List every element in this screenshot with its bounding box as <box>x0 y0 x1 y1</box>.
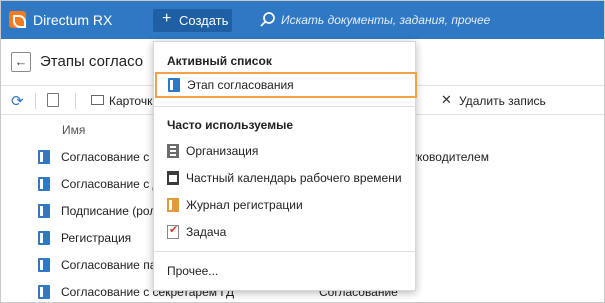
toolbar-divider <box>75 93 76 109</box>
card-button[interactable]: Карточка <box>109 94 159 108</box>
menu-item-calendar[interactable]: Частный календарь рабочего времени <box>154 165 417 191</box>
row-name: Согласование па <box>61 258 157 272</box>
page-title: Этапы согласо <box>40 53 144 70</box>
menu-item-journal[interactable]: Журнал регистрации <box>154 192 417 218</box>
search-icon <box>260 12 275 27</box>
delete-record-button[interactable]: Удалить запись <box>459 94 546 108</box>
approval-stage-icon <box>38 204 50 218</box>
approval-stage-icon <box>38 231 50 245</box>
menu-item-label: Этап согласования <box>187 78 294 92</box>
arrow-left-icon: ← <box>14 54 28 69</box>
calendar-icon <box>167 171 179 185</box>
approval-stage-icon <box>38 258 50 272</box>
row-name: Подписание (рол <box>61 204 157 218</box>
menu-item-label: Журнал регистрации <box>186 198 303 212</box>
create-dropdown-menu: Активный список Этап согласования Часто … <box>153 41 417 291</box>
menu-divider <box>154 251 417 252</box>
toolbar-divider <box>35 93 36 109</box>
menu-item-approval-stage[interactable]: Этап согласования <box>155 72 417 98</box>
approval-stage-icon <box>38 285 50 299</box>
row-type: уководителем <box>411 150 489 164</box>
row-name: Регистрация <box>61 231 132 245</box>
close-icon[interactable]: ✕ <box>441 92 452 108</box>
menu-item-more[interactable]: Прочее... <box>154 258 417 284</box>
menu-divider <box>154 106 417 107</box>
approval-stage-icon <box>38 150 50 164</box>
app-title[interactable]: Directum RX <box>33 12 112 28</box>
approval-stage-icon <box>168 78 180 92</box>
create-button[interactable]: + Создать <box>153 9 232 32</box>
journal-icon <box>167 198 179 212</box>
copy-icon[interactable] <box>47 93 59 107</box>
directum-logo-icon[interactable] <box>9 11 26 28</box>
menu-item-organization[interactable]: Организация <box>154 138 417 164</box>
frequent-heading: Часто используемые <box>167 118 293 132</box>
top-bar: Directum RX + Создать Искать документы, … <box>1 1 604 39</box>
column-header-name[interactable]: Имя <box>62 123 85 137</box>
menu-item-label: Частный календарь рабочего времени <box>186 171 402 185</box>
row-name: Согласование с д <box>61 177 160 191</box>
create-button-label: Создать <box>179 13 229 28</box>
back-button[interactable]: ← <box>11 52 31 72</box>
menu-item-task[interactable]: Задача <box>154 219 417 245</box>
search-placeholder: Искать документы, задания, прочее <box>281 13 491 27</box>
plus-icon: + <box>162 10 172 27</box>
refresh-icon[interactable]: ⟳ <box>11 92 24 110</box>
menu-item-label: Прочее... <box>167 264 219 278</box>
card-icon[interactable] <box>91 95 104 105</box>
row-name: Согласование с р <box>61 150 160 164</box>
menu-item-label: Организация <box>186 144 259 158</box>
approval-stage-icon <box>38 177 50 191</box>
menu-item-label: Задача <box>186 225 227 239</box>
organization-icon <box>167 144 179 158</box>
active-list-heading: Активный список <box>167 54 272 68</box>
task-icon <box>167 223 179 239</box>
app-window: Directum RX + Создать Искать документы, … <box>0 0 605 303</box>
